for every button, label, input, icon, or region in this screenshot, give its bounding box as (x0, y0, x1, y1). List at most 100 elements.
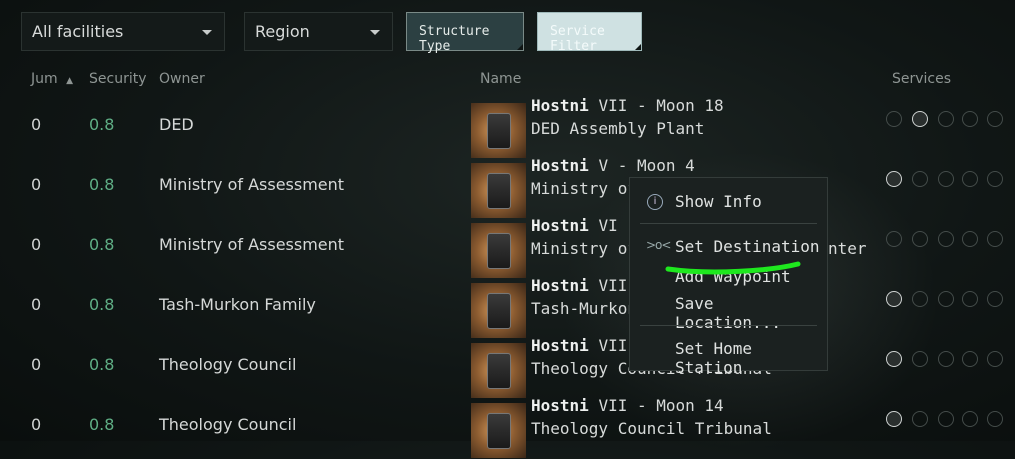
col-header-jumps[interactable]: Jum ▲ (31, 71, 73, 87)
highlight-underline (665, 261, 801, 275)
station-thumbnail (471, 163, 526, 218)
owner-cell: Ministry of Assessment (159, 235, 345, 254)
menu-separator (640, 223, 817, 224)
security-cell: 0.8 (89, 355, 115, 374)
service-icon[interactable] (987, 351, 1003, 367)
system-name: Hostni (531, 336, 589, 355)
station-image (487, 113, 511, 149)
service-icon[interactable] (938, 291, 954, 307)
set-destination-icon: >o< (646, 238, 671, 252)
station-image (487, 293, 511, 329)
col-header-owner[interactable]: Owner (159, 71, 205, 87)
menu-item-save-location[interactable]: Save Location... (675, 294, 827, 332)
service-filter-button[interactable]: Service Filter (537, 12, 642, 54)
service-icon[interactable] (886, 231, 902, 247)
facilities-dropdown[interactable]: All facilities (21, 12, 225, 51)
jumps-cell: 0 (31, 295, 42, 314)
station-name-line1: Hostni VII - Moon 18 (531, 96, 724, 115)
structure-type-button[interactable]: Structure Type (406, 12, 524, 54)
security-cell: 0.8 (89, 175, 115, 194)
service-icon[interactable] (912, 231, 928, 247)
owner-cell: Ministry of Assessment (159, 175, 345, 194)
location-name: VII - Moon 18 (598, 96, 724, 115)
service-icon[interactable] (912, 171, 928, 187)
service-icon[interactable] (938, 231, 954, 247)
station-image (487, 233, 511, 269)
service-icon[interactable] (938, 351, 954, 367)
jumps-cell: 0 (31, 355, 42, 374)
location-name: V - Moon 4 (598, 156, 695, 175)
menu-item-set-destination[interactable]: Set Destination (675, 237, 820, 256)
table-row[interactable]: 0 0.8 Tash-Murkon Family Hostni VII - Ta… (0, 276, 1015, 339)
service-icon[interactable] (987, 411, 1003, 427)
service-icon[interactable] (938, 111, 954, 127)
table-row[interactable]: 0 0.8 Ministry of Assessment Hostni VI -… (0, 216, 1015, 279)
system-name: Hostni (531, 276, 589, 295)
region-dropdown-label: Region (255, 22, 310, 41)
system-name: Hostni (531, 156, 589, 175)
table-row[interactable]: 0 0.8 DED Hostni VII - Moon 18 DED Assem… (0, 96, 1015, 159)
owner-cell: Theology Council (159, 415, 297, 434)
service-icon[interactable] (886, 351, 902, 367)
system-name: Hostni (531, 96, 589, 115)
col-header-name[interactable]: Name (480, 71, 521, 87)
col-header-jumps-label: Jum (31, 71, 58, 87)
station-subname: Theology Council Tribunal (531, 419, 772, 438)
service-icon[interactable] (912, 351, 928, 367)
station-thumbnail (471, 283, 526, 338)
menu-item-show-info[interactable]: Show Info (675, 192, 762, 211)
corner-notch (635, 44, 641, 50)
service-icon[interactable] (886, 111, 902, 127)
col-header-services[interactable]: Services (892, 71, 951, 87)
service-icon[interactable] (938, 171, 954, 187)
service-icon[interactable] (886, 291, 902, 307)
table-row[interactable]: 0 0.8 Ministry of Assessment Hostni V - … (0, 156, 1015, 219)
service-icon[interactable] (987, 231, 1003, 247)
service-icon[interactable] (962, 291, 978, 307)
jumps-cell: 0 (31, 175, 42, 194)
station-thumbnail (471, 343, 526, 398)
station-name-line1: Hostni V - Moon 4 (531, 156, 695, 175)
service-icon[interactable] (962, 171, 978, 187)
service-icon[interactable] (912, 111, 928, 127)
service-icon[interactable] (987, 111, 1003, 127)
system-name: Hostni (531, 216, 589, 235)
service-icon[interactable] (962, 231, 978, 247)
service-icon[interactable] (886, 171, 902, 187)
service-icon[interactable] (962, 411, 978, 427)
service-icon[interactable] (962, 111, 978, 127)
station-name-line1: Hostni VII - Moon 14 (531, 396, 724, 415)
security-cell: 0.8 (89, 295, 115, 314)
sort-asc-icon: ▲ (66, 76, 74, 86)
region-dropdown[interactable]: Region (244, 12, 393, 51)
owner-cell: Theology Council (159, 355, 297, 374)
table-row[interactable]: 0 0.8 Theology Council Hostni VII - Moon… (0, 396, 1015, 459)
service-icon[interactable] (938, 411, 954, 427)
chevron-down-icon (370, 30, 380, 35)
facilities-dropdown-label: All facilities (32, 22, 124, 41)
location-name: VII - Moon 14 (598, 396, 724, 415)
jumps-cell: 0 (31, 235, 42, 254)
service-icon[interactable] (886, 411, 902, 427)
system-name: Hostni (531, 396, 589, 415)
security-cell: 0.8 (89, 235, 115, 254)
station-name-line2: DED Assembly Plant (531, 119, 704, 138)
jumps-cell: 0 (31, 415, 42, 434)
security-cell: 0.8 (89, 115, 115, 134)
menu-item-set-home-station[interactable]: Set Home Station (675, 339, 827, 377)
service-icon[interactable] (962, 351, 978, 367)
station-subname-tail: nter (828, 239, 867, 258)
service-icon[interactable] (987, 171, 1003, 187)
station-image (487, 173, 511, 209)
col-header-security[interactable]: Security (89, 71, 147, 87)
security-cell: 0.8 (89, 415, 115, 434)
owner-cell: Tash-Murkon Family (159, 295, 316, 314)
service-icon[interactable] (987, 291, 1003, 307)
menu-separator (640, 325, 817, 326)
service-icon[interactable] (912, 291, 928, 307)
corner-notch (517, 44, 523, 50)
chevron-down-icon (202, 30, 212, 35)
station-subname: DED Assembly Plant (531, 119, 705, 138)
service-icon[interactable] (912, 411, 928, 427)
table-row[interactable]: 0 0.8 Theology Council Hostni VII - Theo… (0, 336, 1015, 399)
